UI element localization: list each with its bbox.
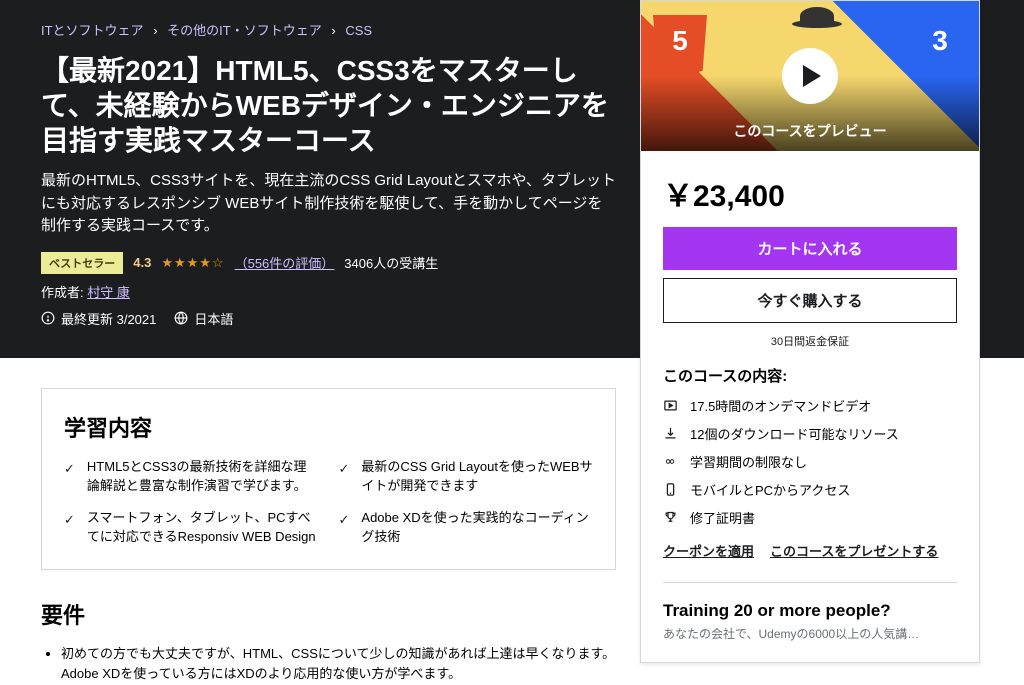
check-icon: ✓ — [339, 510, 350, 547]
buy-now-button[interactable]: 今すぐ購入する — [663, 278, 957, 323]
preview-area[interactable]: このコースをプレビュー — [641, 1, 979, 151]
price: ￥23,400 — [663, 171, 957, 215]
includes-heading: このコースの内容: — [663, 365, 957, 386]
rating-value: 4.3 — [133, 255, 151, 270]
play-icon — [803, 65, 821, 87]
requirements-heading: 要件 — [41, 598, 616, 630]
learn-item: ✓ 最新のCSS Grid Layoutを使ったWEBサイトが開発できます — [339, 457, 594, 496]
breadcrumb-link-3[interactable]: CSS — [345, 23, 372, 38]
course-subtitle: 最新のHTML5、CSS3サイトを、現在主流のCSS Grid Layoutとス… — [41, 170, 616, 238]
requirement-item: 初めての方でも大丈夫ですが、HTML、CSSについて少しの知識があれば上達は早く… — [61, 644, 616, 685]
globe-icon — [174, 311, 188, 325]
learn-item: ✓ Adobe XDを使った実践的なコーディング技術 — [339, 508, 594, 547]
check-icon: ✓ — [339, 459, 350, 496]
play-button[interactable] — [782, 48, 838, 104]
check-icon: ✓ — [64, 510, 75, 547]
bestseller-badge: ベストセラー — [41, 252, 123, 274]
add-to-cart-button[interactable]: カートに入れる — [663, 227, 957, 270]
preview-caption: このコースをプレビュー — [641, 121, 979, 141]
author-line: 作成者: 村守 康 — [41, 282, 616, 301]
learn-box: 学習内容 ✓ HTML5とCSS3の最新技術を詳細な理論解説と豊富な制作演習で学… — [41, 388, 616, 570]
alert-icon — [41, 311, 55, 325]
learn-heading: 学習内容 — [64, 411, 593, 443]
language: 日本語 — [174, 309, 233, 328]
learn-item: ✓ スマートフォン、タブレット、PCすべてに対応できるResponsiv WEB… — [64, 508, 319, 547]
breadcrumb-sep: › — [331, 23, 335, 38]
reviews-link[interactable]: （556件の評価） — [235, 253, 335, 272]
check-icon: ✓ — [64, 459, 75, 496]
money-back-guarantee: 30日間返金保証 — [663, 333, 957, 349]
breadcrumb-sep: › — [153, 23, 157, 38]
learn-item: ✓ HTML5とCSS3の最新技術を詳細な理論解説と豊富な制作演習で学びます。 — [64, 457, 319, 496]
breadcrumb: ITとソフトウェア › その他のIT・ソフトウェア › CSS — [41, 20, 616, 39]
course-title: 【最新2021】HTML5、CSS3をマスターして、未経験からWEBデザイン・エ… — [41, 53, 616, 158]
breadcrumb-link-2[interactable]: その他のIT・ソフトウェア — [167, 23, 322, 38]
star-icons: ★★★★☆ — [161, 255, 224, 271]
breadcrumb-link-1[interactable]: ITとソフトウェア — [41, 23, 144, 38]
students-count: 3406人の受講生 — [344, 253, 438, 272]
last-updated: 最終更新 3/2021 — [41, 309, 156, 328]
author-link[interactable]: 村守 康 — [87, 285, 130, 300]
